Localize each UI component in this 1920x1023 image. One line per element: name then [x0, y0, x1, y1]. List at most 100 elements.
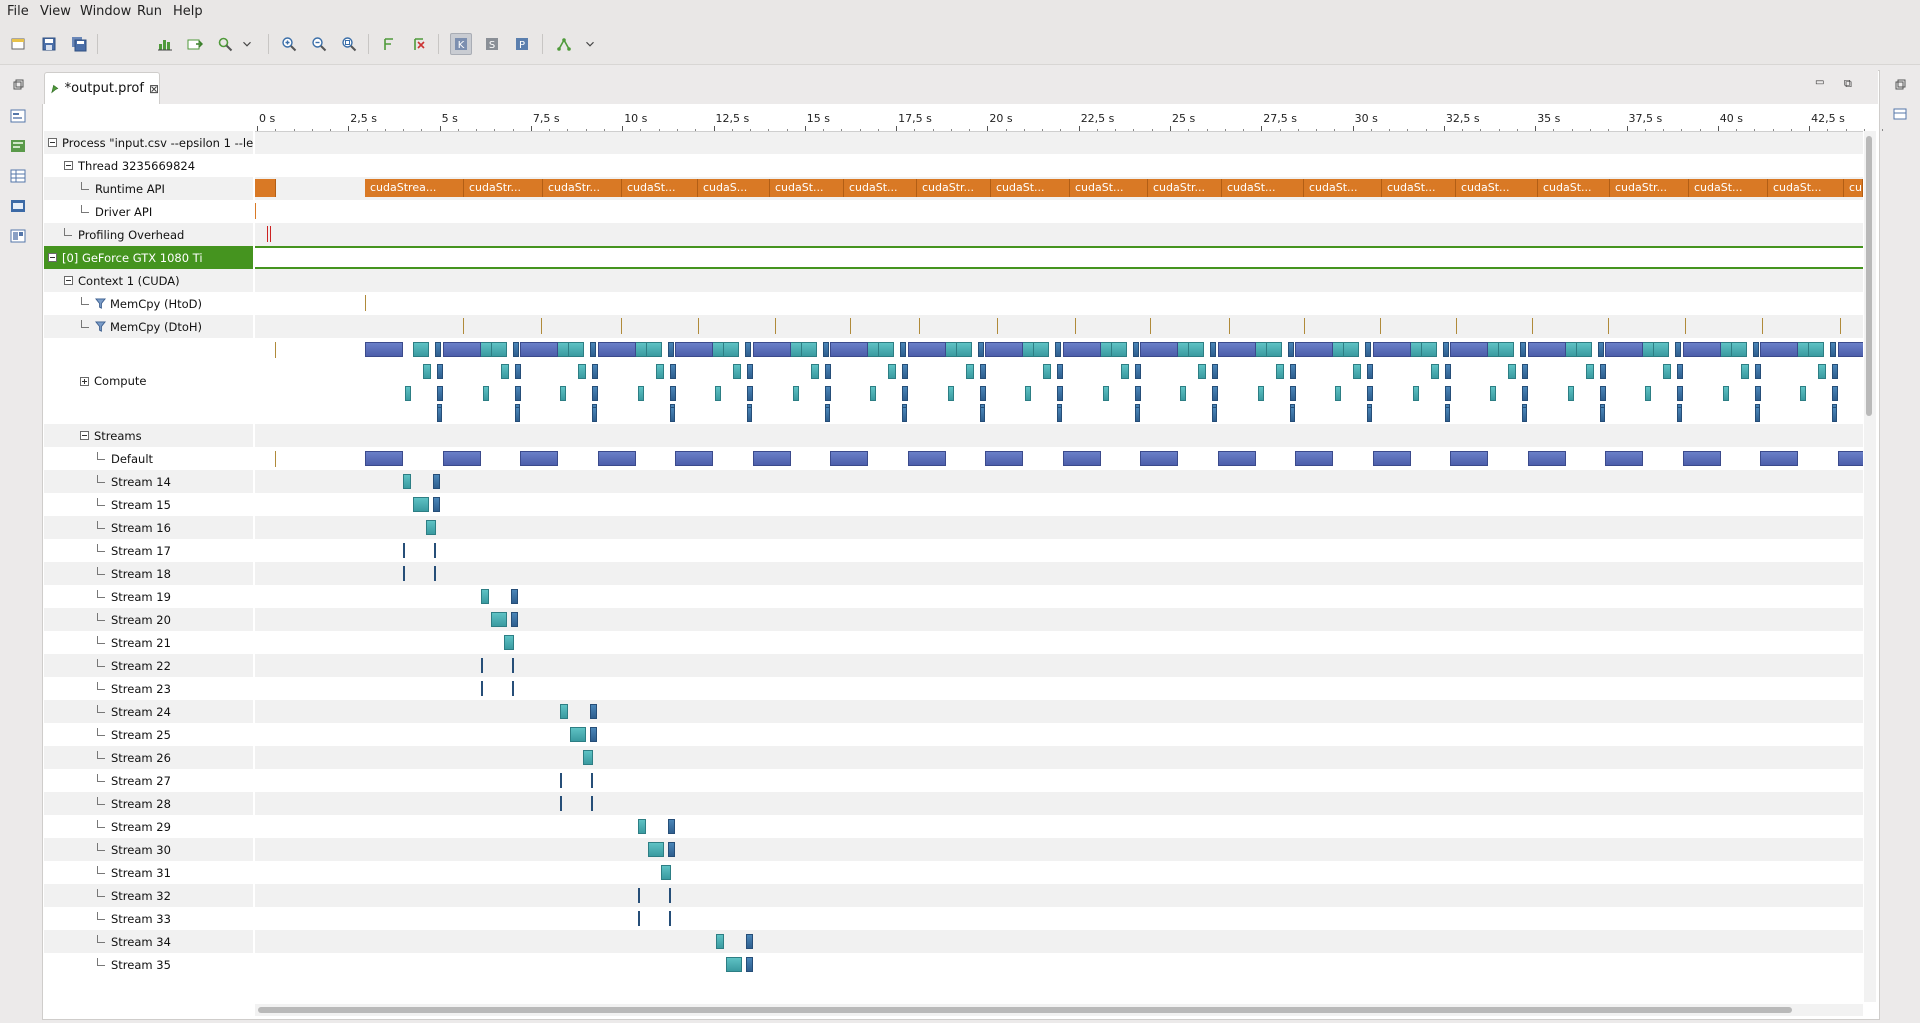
timeline-canvas[interactable]: cudaStrea... cudaStr... cudaStr... cudaSt..…: [255, 108, 1863, 1002]
memcpy-dtoh-marker[interactable]: [775, 318, 776, 334]
stream-kernel[interactable]: [512, 658, 514, 673]
tab-output-prof[interactable]: *output.prof ⊠: [44, 72, 160, 104]
default-stream-kernel[interactable]: [520, 451, 558, 466]
compute-kernel[interactable]: [437, 407, 442, 422]
stream-kernel[interactable]: [560, 773, 562, 788]
dropdown-icon[interactable]: [583, 33, 597, 55]
compute-kernel[interactable]: [1498, 342, 1514, 357]
kernel-view-icon[interactable]: K: [450, 33, 472, 55]
compute-kernel[interactable]: [1265, 342, 1282, 357]
zoom-out-icon[interactable]: [308, 33, 330, 55]
compute-kernel[interactable]: [1210, 342, 1216, 357]
runtime-api-call[interactable]: cudaSt...: [844, 179, 917, 197]
default-stream-kernel[interactable]: [597, 451, 636, 466]
compute-kernel[interactable]: [1653, 342, 1669, 357]
compute-kernel[interactable]: [888, 364, 896, 379]
stream-kernel[interactable]: [512, 681, 514, 696]
memcpy-dtoh-marker[interactable]: [1685, 318, 1686, 334]
compute-kernel[interactable]: [1800, 386, 1806, 401]
compute-kernel[interactable]: [1353, 364, 1361, 379]
compute-kernel[interactable]: [1754, 407, 1760, 422]
compute-kernel[interactable]: [979, 407, 985, 422]
stream-kernel[interactable]: [661, 865, 671, 880]
tree-row-stream[interactable]: Stream 20: [44, 608, 253, 631]
stream-kernel[interactable]: [403, 474, 411, 489]
compute-kernel[interactable]: [1212, 386, 1218, 401]
find-icon[interactable]: [214, 33, 236, 55]
compute-kernel[interactable]: [1682, 342, 1721, 357]
stream-kernel[interactable]: [511, 589, 518, 604]
memcpy-dtoh-marker[interactable]: [850, 318, 851, 334]
compute-kernel[interactable]: [482, 386, 489, 401]
stream-kernel[interactable]: [426, 520, 436, 535]
runtime-api-call[interactable]: cudaStr...: [917, 179, 991, 197]
runtime-api-call[interactable]: cudaStr...: [464, 179, 543, 197]
compute-kernel[interactable]: [1605, 342, 1643, 357]
tree-row-stream[interactable]: Stream 26: [44, 746, 253, 769]
compute-kernel[interactable]: [1599, 364, 1606, 379]
menu-window[interactable]: Window: [80, 4, 131, 19]
compute-kernel[interactable]: [822, 342, 829, 357]
compute-kernel[interactable]: [1188, 342, 1204, 357]
details-view-icon[interactable]: [6, 166, 30, 186]
properties-view-icon[interactable]: [6, 106, 30, 126]
compute-kernel[interactable]: [1663, 364, 1671, 379]
compute-kernel[interactable]: [667, 342, 674, 357]
compute-kernel[interactable]: [1585, 364, 1594, 379]
default-stream-kernel[interactable]: [365, 451, 403, 466]
minimize-icon[interactable]: ▭: [1815, 77, 1824, 88]
compute-kernel[interactable]: [1522, 386, 1528, 401]
compute-kernel[interactable]: [979, 386, 986, 401]
profiling-overhead-marker[interactable]: [270, 226, 271, 242]
compute-kernel[interactable]: [1420, 342, 1437, 357]
compute-kernel[interactable]: [1754, 364, 1761, 379]
stream-kernel[interactable]: [403, 566, 405, 581]
stream-kernel[interactable]: [481, 681, 483, 696]
compute-kernel[interactable]: [1055, 342, 1061, 357]
compute-kernel[interactable]: [800, 342, 817, 357]
compute-kernel[interactable]: [1057, 407, 1062, 422]
tree-row-stream[interactable]: Stream 23: [44, 677, 253, 700]
stream-kernel[interactable]: [560, 796, 562, 811]
compute-kernel[interactable]: [907, 342, 946, 357]
tree-row-gpu[interactable]: [0] GeForce GTX 1080 Ti: [44, 246, 253, 269]
save-icon[interactable]: [38, 33, 60, 55]
expand-icon[interactable]: [80, 376, 89, 386]
compute-kernel[interactable]: [1832, 364, 1838, 379]
compute-kernel[interactable]: [1508, 364, 1516, 379]
compute-marker[interactable]: [275, 342, 276, 358]
compute-kernel[interactable]: [810, 364, 819, 379]
memcpy-dtoh-marker[interactable]: [1150, 318, 1151, 334]
compute-kernel[interactable]: [1522, 364, 1528, 379]
default-stream-kernel[interactable]: [1372, 451, 1411, 466]
compute-kernel[interactable]: [747, 407, 752, 422]
compute-kernel[interactable]: [955, 342, 972, 357]
compute-kernel[interactable]: [752, 342, 791, 357]
compute-kernel[interactable]: [830, 342, 868, 357]
tree-row-stream[interactable]: Stream 33: [44, 907, 253, 930]
compute-kernel[interactable]: [1740, 364, 1749, 379]
compute-kernel[interactable]: [413, 342, 429, 357]
compute-kernel[interactable]: [902, 364, 908, 379]
clear-filter-icon[interactable]: [408, 33, 430, 55]
compute-kernel[interactable]: [900, 342, 906, 357]
compute-kernel[interactable]: [1442, 342, 1449, 357]
compute-kernel[interactable]: [1760, 342, 1798, 357]
compute-kernel[interactable]: [1367, 407, 1372, 422]
compute-kernel[interactable]: [405, 386, 411, 401]
default-stream-kernel[interactable]: [1760, 451, 1798, 466]
compute-kernel[interactable]: [824, 386, 831, 401]
compute-kernel[interactable]: [1677, 386, 1683, 401]
zoom-in-icon[interactable]: [278, 33, 300, 55]
tree-row-stream[interactable]: Stream 29: [44, 815, 253, 838]
collapse-icon[interactable]: [64, 161, 73, 170]
compute-kernel[interactable]: [423, 364, 431, 379]
tree-row-process[interactable]: Process "input.csv --epsilon 1 --lea...: [44, 131, 253, 154]
compute-kernel[interactable]: [1212, 364, 1218, 379]
compute-kernel[interactable]: [1057, 364, 1063, 379]
tree-row-driver-api[interactable]: Driver API: [44, 200, 253, 223]
runtime-api-call[interactable]: cud: [1844, 179, 1863, 197]
runtime-api-call[interactable]: cudaSt...: [1222, 179, 1304, 197]
runtime-api-call[interactable]: cudaSt...: [770, 179, 844, 197]
compute-kernel[interactable]: [1365, 342, 1371, 357]
